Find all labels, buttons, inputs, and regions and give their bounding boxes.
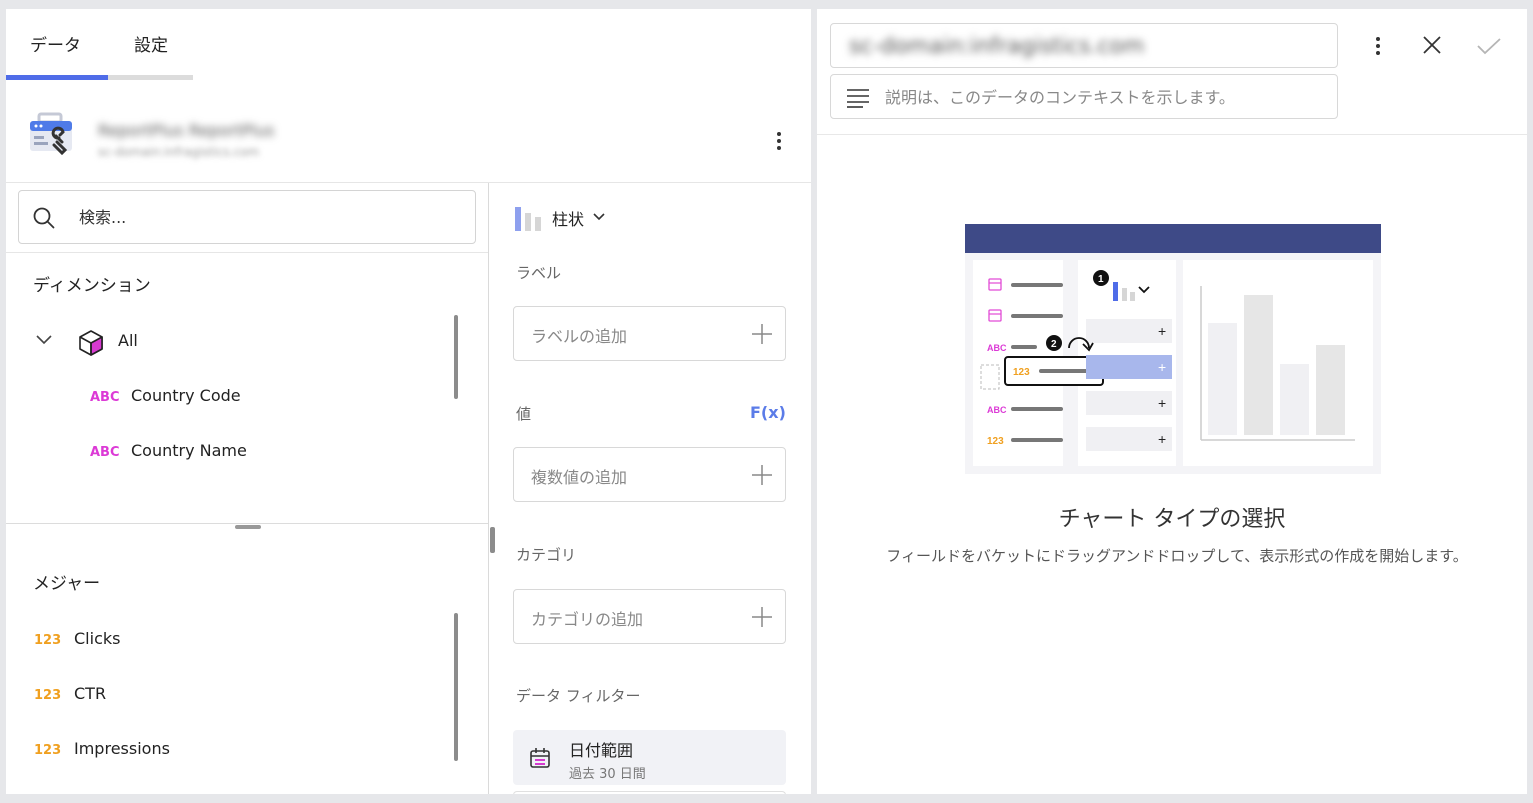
- description-field: [830, 74, 1338, 119]
- dimension-group-label: All: [118, 331, 138, 350]
- field-name: Impressions: [74, 739, 170, 758]
- data-source-menu-button[interactable]: [769, 129, 789, 153]
- cube-icon: [79, 330, 103, 356]
- dot-icon: [777, 139, 781, 143]
- data-source-subtitle: sc-domain:infragistics.com: [98, 145, 260, 159]
- date-range-filter[interactable]: 日付範囲 過去 30 日間: [513, 730, 786, 785]
- dimension-field-country-code[interactable]: ABC Country Code: [90, 382, 490, 412]
- filter-subtitle: 過去 30 日間: [569, 767, 646, 782]
- field-name: Clicks: [74, 629, 121, 648]
- text-type-icon: ABC: [90, 445, 120, 460]
- check-icon[interactable]: [1476, 37, 1502, 55]
- illustration-step-1: 1: [1098, 274, 1104, 285]
- bucket-placeholder: 複数値の追加: [531, 468, 628, 487]
- plus-icon[interactable]: [751, 323, 773, 345]
- calendar-icon: [530, 748, 550, 768]
- dot-icon: [1376, 37, 1380, 41]
- tab-active-indicator: [6, 75, 108, 80]
- measures-title: メジャー: [33, 574, 101, 594]
- more-options-button[interactable]: [1368, 35, 1388, 57]
- dimensions-scrollbar[interactable]: [454, 315, 458, 399]
- label-bucket-title: ラベル: [516, 264, 562, 282]
- title-field: [830, 23, 1338, 68]
- illustration-abc-label: ABC: [987, 343, 1007, 353]
- search-input[interactable]: [79, 203, 459, 231]
- search-box: [18, 190, 476, 244]
- dot-icon: [777, 146, 781, 150]
- plus-icon[interactable]: [751, 464, 773, 486]
- tab-data[interactable]: データ: [30, 31, 81, 56]
- bucket-placeholder: ラベルの追加: [531, 327, 628, 346]
- illustration-num-label: 123: [1013, 367, 1030, 378]
- chevron-down-icon[interactable]: [34, 333, 54, 347]
- empty-state-description: フィールドをバケットにドラッグアンドドロップして、表示形式の作成を開始します。: [886, 547, 1468, 565]
- field-name: Country Code: [131, 386, 241, 405]
- data-source-icon: [30, 112, 72, 156]
- dot-icon: [777, 132, 781, 136]
- category-bucket-title: カテゴリ: [516, 546, 577, 564]
- text-lines-icon: [847, 89, 869, 108]
- illustration-step-2: 2: [1051, 339, 1057, 350]
- split-resize-handle[interactable]: [235, 525, 261, 529]
- filter-item-partial: [513, 791, 786, 794]
- data-source-row: ReportPlus ReportPlus sc-domain:infragis…: [6, 99, 811, 183]
- divider: [6, 523, 488, 524]
- plus-icon[interactable]: [751, 606, 773, 628]
- number-type-icon: 123: [34, 633, 62, 648]
- values-bucket[interactable]: 複数値の追加: [513, 447, 786, 502]
- illustration-plus: +: [1158, 359, 1166, 375]
- number-type-icon: 123: [34, 688, 62, 703]
- tab-settings[interactable]: 設定: [134, 31, 168, 56]
- divider: [6, 182, 811, 183]
- text-type-icon: ABC: [90, 390, 120, 405]
- measures-scrollbar[interactable]: [454, 613, 458, 761]
- data-source-name: ReportPlus ReportPlus: [98, 121, 275, 140]
- number-type-icon: 123: [34, 743, 62, 758]
- chart-type-illustration: ABC 123 ABC 123 1 + 2 + + +: [965, 224, 1381, 474]
- measure-field-clicks[interactable]: 123 Clicks: [34, 625, 434, 655]
- field-name: Country Name: [131, 441, 247, 460]
- visualization-panel: ABC 123 ABC 123 1 + 2 + + +: [817, 9, 1527, 794]
- chart-type-label: 柱状: [552, 210, 585, 229]
- dimension-field-country-name[interactable]: ABC Country Name: [90, 437, 490, 467]
- column-resize-handle[interactable]: [490, 527, 495, 553]
- measure-field-impressions[interactable]: 123 Impressions: [34, 735, 434, 765]
- values-bucket-title: 値: [516, 405, 532, 423]
- data-panel: データ 設定 ReportPlus ReportPlus sc-domain:i…: [6, 9, 811, 794]
- formula-button[interactable]: F(x): [750, 403, 786, 422]
- divider: [817, 134, 1527, 135]
- column-divider: [488, 183, 489, 794]
- tab-bar: データ 設定: [6, 9, 193, 81]
- data-filters-title: データ フィルター: [516, 687, 641, 705]
- dimensions-title: ディメンション: [33, 276, 151, 296]
- category-bucket[interactable]: カテゴリの追加: [513, 589, 786, 644]
- description-input[interactable]: [885, 85, 1325, 109]
- chart-type-selector[interactable]: 柱状: [514, 202, 634, 232]
- dimension-group-all[interactable]: All: [34, 327, 434, 357]
- divider: [6, 252, 488, 253]
- illustration-plus: +: [1158, 323, 1166, 339]
- search-icon: [33, 207, 55, 229]
- filter-title: 日付範囲: [569, 741, 634, 760]
- illustration-num-label: 123: [987, 436, 1004, 447]
- close-icon[interactable]: [1422, 35, 1442, 55]
- chevron-down-icon: [593, 213, 605, 221]
- bucket-placeholder: カテゴリの追加: [531, 610, 644, 629]
- illustration-plus: +: [1158, 431, 1166, 447]
- title-input[interactable]: [849, 32, 1319, 60]
- field-name: CTR: [74, 684, 107, 703]
- dot-icon: [1376, 44, 1380, 48]
- empty-state-title: チャート タイプの選択: [1058, 507, 1286, 532]
- label-bucket[interactable]: ラベルの追加: [513, 306, 786, 361]
- column-chart-icon: [515, 207, 541, 231]
- illustration-abc-label: ABC: [987, 405, 1007, 415]
- dot-icon: [1376, 51, 1380, 55]
- illustration-plus: +: [1158, 395, 1166, 411]
- measure-field-ctr[interactable]: 123 CTR: [34, 680, 434, 710]
